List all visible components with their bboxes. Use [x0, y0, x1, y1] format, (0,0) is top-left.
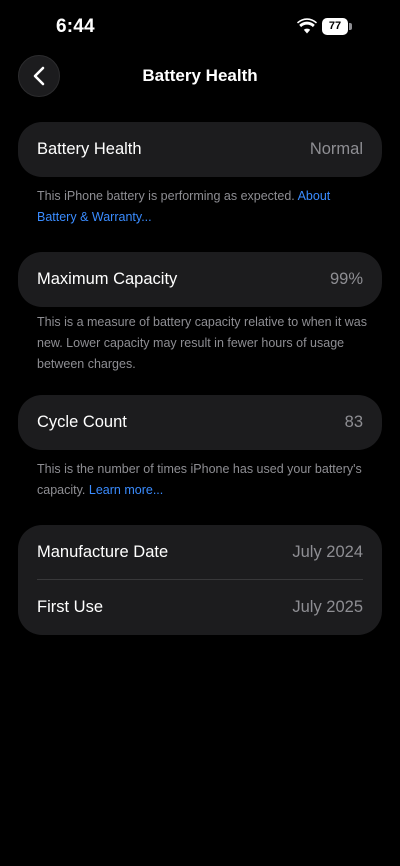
- battery-health-footnote-text: This iPhone battery is performing as exp…: [37, 189, 295, 203]
- cycle-count-card: Cycle Count 83: [18, 395, 382, 450]
- cycle-count-row: Cycle Count 83: [18, 395, 382, 450]
- battery-icon: 77: [322, 18, 352, 35]
- manufacture-date-label: Manufacture Date: [37, 543, 169, 561]
- maximum-capacity-footnote: This is a measure of battery capacity re…: [37, 315, 368, 371]
- battery-health-screen: 6:44 77 Battery Health Battery Health No…: [0, 0, 400, 866]
- status-time: 6:44: [56, 16, 95, 37]
- battery-health-footnote: This iPhone battery is performing as exp…: [37, 186, 367, 228]
- learn-more-link[interactable]: Learn more...: [89, 483, 163, 497]
- manufacture-date-value: July 2024: [292, 543, 363, 561]
- maximum-capacity-label: Maximum Capacity: [37, 270, 178, 288]
- cycle-count-value: 83: [344, 413, 363, 431]
- first-use-value: July 2025: [292, 598, 363, 616]
- cycle-count-footnote-text: This is the number of times iPhone has u…: [37, 462, 362, 497]
- battery-health-value: Normal: [309, 140, 363, 158]
- battery-tip: [349, 23, 352, 30]
- battery-health-label: Battery Health: [37, 140, 142, 158]
- battery-level: 77: [322, 18, 348, 35]
- status-bar: 6:44 77: [0, 0, 400, 52]
- battery-health-row: Battery Health Normal: [18, 122, 382, 177]
- wifi-icon: [297, 18, 317, 34]
- page-title: Battery Health: [142, 66, 258, 85]
- maximum-capacity-row: Maximum Capacity 99%: [18, 252, 382, 307]
- dates-card: Manufacture Date July 2024 First Use Jul…: [18, 525, 382, 635]
- maximum-capacity-value: 99%: [329, 270, 363, 288]
- maximum-capacity-card: Maximum Capacity 99%: [18, 252, 382, 307]
- battery-health-card: Battery Health Normal: [18, 122, 382, 177]
- first-use-row: First Use July 2025: [18, 580, 382, 635]
- first-use-label: First Use: [37, 598, 103, 616]
- cycle-count-footnote: This is the number of times iPhone has u…: [37, 459, 367, 501]
- cycle-count-label: Cycle Count: [37, 413, 127, 431]
- manufacture-date-row: Manufacture Date July 2024: [18, 525, 382, 580]
